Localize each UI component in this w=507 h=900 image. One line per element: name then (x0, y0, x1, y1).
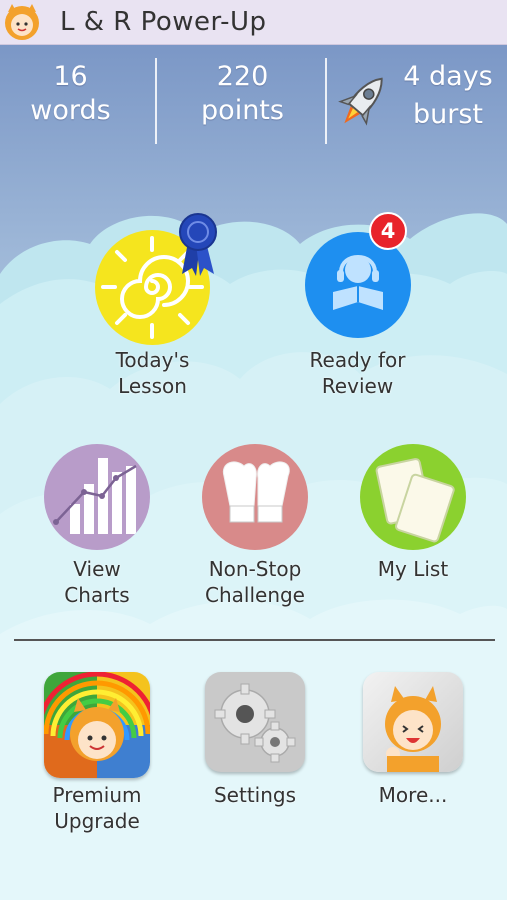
settings-label: Settings (213, 783, 297, 807)
non-stop-challenge-button[interactable]: Non-Stop Challenge (190, 444, 320, 608)
view-charts-button[interactable]: View Charts (32, 444, 162, 608)
boxing-gloves-icon (202, 444, 308, 550)
my-list-label: My List (377, 557, 449, 581)
view-charts-label-1: View (73, 557, 121, 581)
ready-for-review-label-2: Review (321, 374, 394, 398)
todays-lesson-label-2: Lesson (118, 374, 187, 398)
words-count: 16 (53, 61, 88, 92)
more-label: More... (378, 783, 448, 807)
todays-lesson-button[interactable]: Today's Lesson (80, 212, 225, 399)
ribbon-award-icon (179, 213, 217, 276)
ready-for-review-label-1: Ready for (309, 348, 406, 372)
title-bar: L & R Power-Up (0, 0, 507, 45)
settings-button[interactable]: Settings (190, 672, 320, 808)
rocket-icon (338, 77, 383, 126)
my-list-button[interactable]: My List (348, 444, 478, 582)
words-label: words (30, 95, 111, 126)
points-label: points (201, 95, 284, 126)
premium-upgrade-label-2: Upgrade (54, 809, 140, 833)
non-stop-challenge-label-1: Non-Stop (208, 557, 302, 581)
mascot-logo-icon (5, 4, 39, 40)
non-stop-challenge-label-2: Challenge (205, 583, 305, 607)
ready-for-review-button[interactable]: 4 Ready for Review (285, 212, 430, 399)
section-divider (14, 639, 495, 641)
bar-chart-icon (44, 444, 150, 550)
premium-mascot-icon (44, 672, 150, 778)
app-title: L & R Power-Up (60, 7, 267, 37)
view-charts-label-2: Charts (64, 583, 130, 607)
burst-stat: 4 days burst (392, 60, 504, 132)
review-count-badge: 4 (369, 212, 407, 250)
points-stat: 220 points (185, 60, 300, 128)
more-mascot-icon (363, 672, 463, 772)
gears-icon (205, 672, 305, 772)
todays-lesson-label-1: Today's (115, 348, 190, 372)
premium-upgrade-label-1: Premium (52, 783, 142, 807)
more-button[interactable]: More... (348, 672, 478, 808)
flash-cards-icon (360, 444, 466, 550)
premium-upgrade-button[interactable]: Premium Upgrade (32, 672, 162, 834)
points-count: 220 (216, 61, 269, 92)
words-stat: 16 words (18, 60, 123, 128)
stats-divider (325, 58, 327, 144)
burst-label: burst (412, 99, 483, 130)
stats-divider (155, 58, 157, 144)
burst-days: 4 days (403, 61, 493, 92)
stats-bar: 16 words 220 points 4 days burst (0, 50, 507, 150)
